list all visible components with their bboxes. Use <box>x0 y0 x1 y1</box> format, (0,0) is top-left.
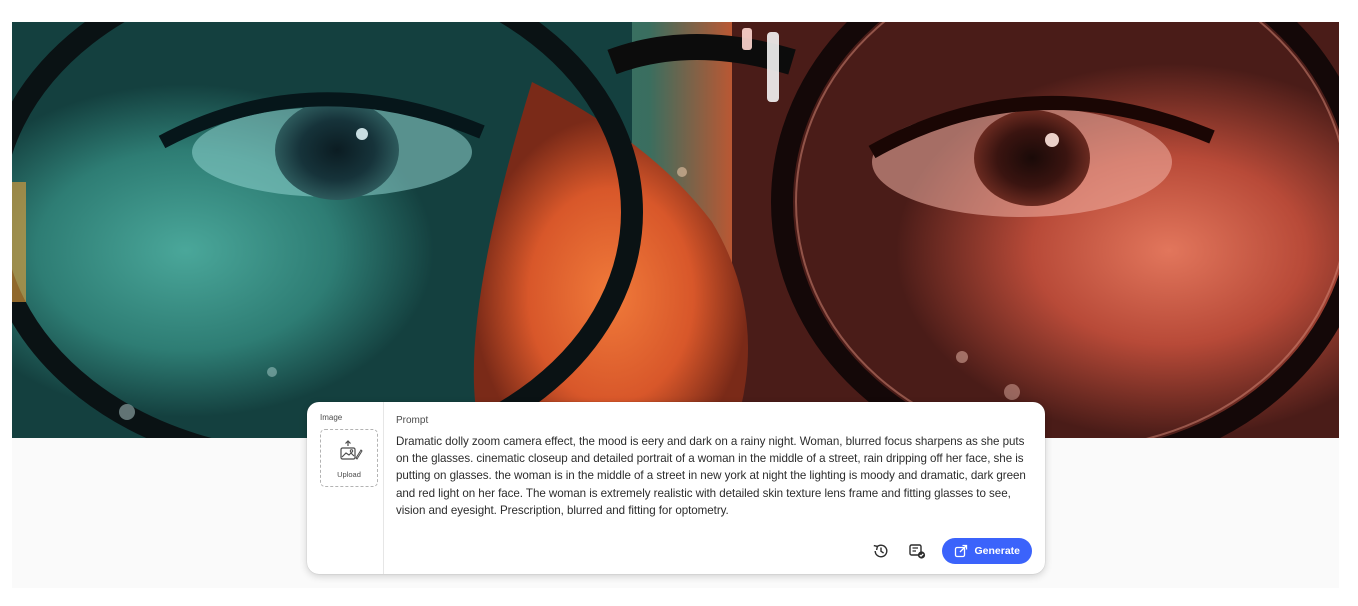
generate-label: Generate <box>974 545 1020 557</box>
image-section-label: Image <box>320 413 343 422</box>
history-icon <box>874 544 888 558</box>
generate-icon <box>955 544 968 558</box>
prompt-toolbar: Generate <box>870 538 1032 564</box>
prompt-settings-icon <box>909 544 926 559</box>
history-button[interactable] <box>870 540 892 562</box>
upload-image-icon <box>340 440 363 460</box>
hero-image <box>12 22 1339 438</box>
prompt-input[interactable]: Dramatic dolly zoom camera effect, the m… <box>396 433 1032 519</box>
upload-image-button[interactable]: Upload <box>320 429 378 487</box>
prompt-panel: Image Upload Prompt Dramatic dolly zoom … <box>307 402 1045 574</box>
page: Image Upload Prompt Dramatic dolly zoom … <box>0 0 1358 606</box>
generate-button[interactable]: Generate <box>942 538 1032 564</box>
prompt-label: Prompt <box>396 415 429 426</box>
prompt-settings-button[interactable] <box>906 540 928 562</box>
image-reference-section: Image Upload <box>307 402 384 574</box>
upload-label: Upload <box>337 470 361 479</box>
